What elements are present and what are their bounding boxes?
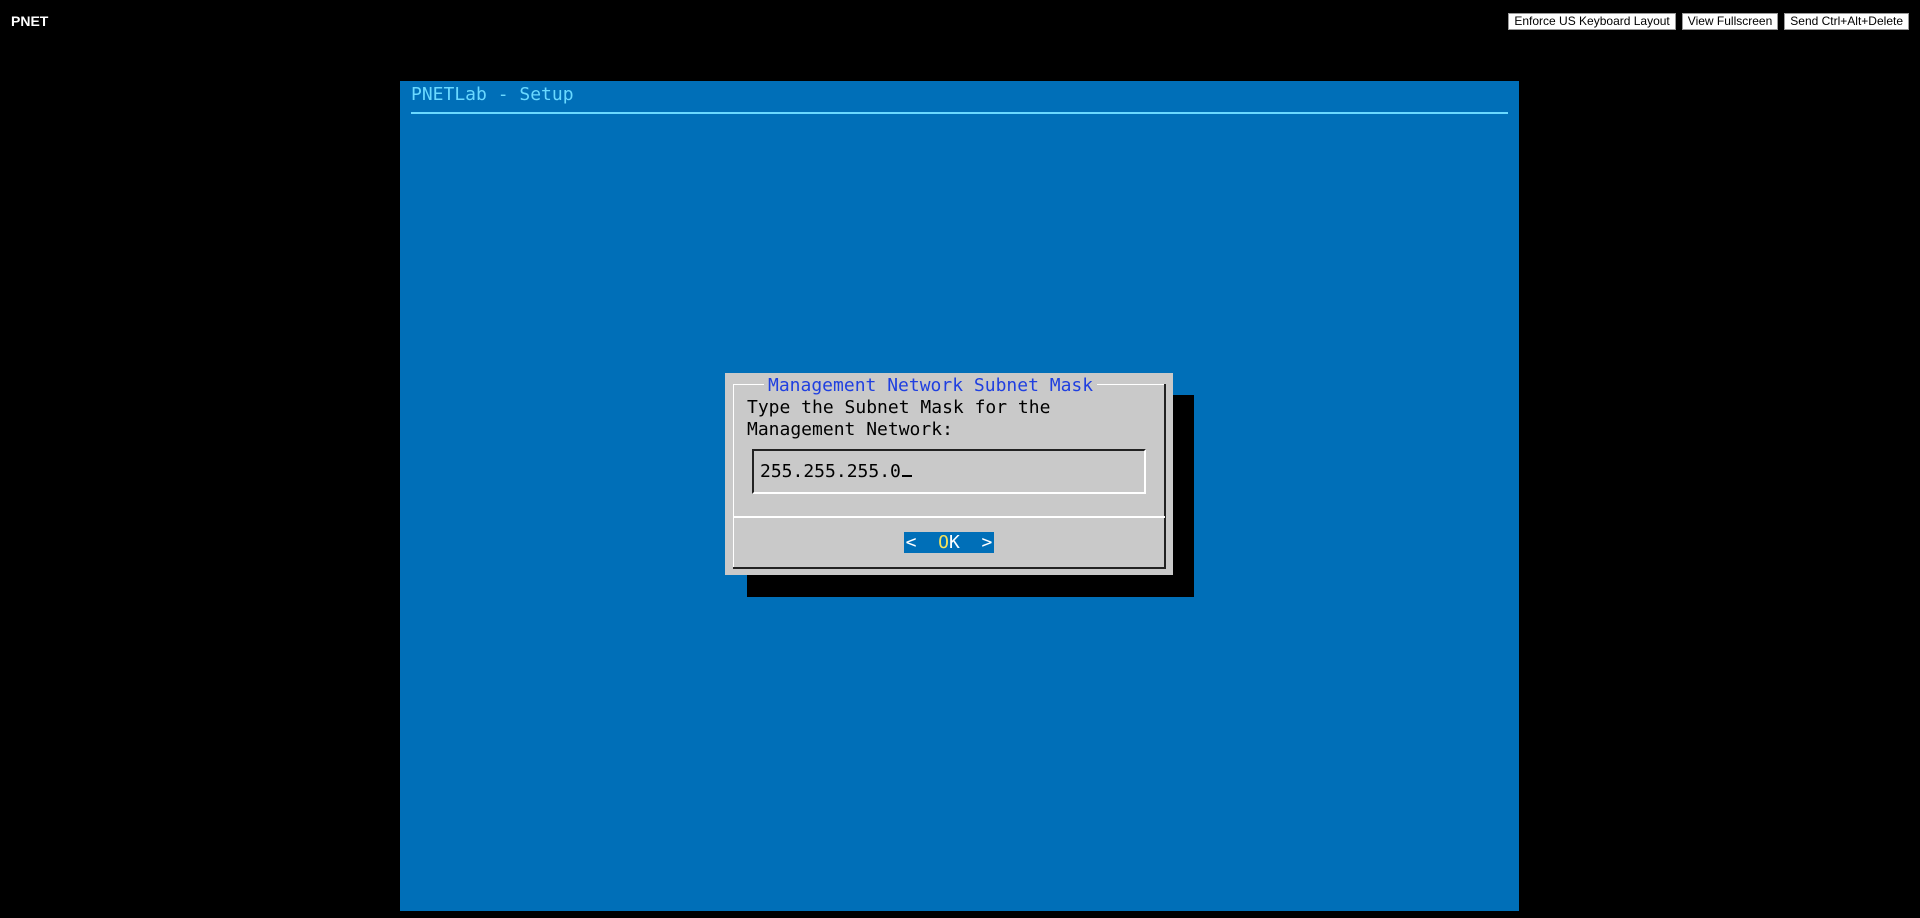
dialog-prompt-line2: Management Network: xyxy=(747,419,953,440)
ok-button-label-rest: K xyxy=(949,532,960,553)
text-cursor xyxy=(901,475,912,477)
dialog-separator xyxy=(733,516,1165,518)
send-ctrl-alt-delete-button[interactable]: Send Ctrl+Alt+Delete xyxy=(1784,13,1909,30)
subnet-mask-input-value[interactable]: 255.255.255.0 xyxy=(760,461,912,483)
dialog-border-right xyxy=(1164,384,1166,568)
console-title: PNETLab - Setup xyxy=(411,84,574,105)
top-bar: PNET Enforce US Keyboard Layout View Ful… xyxy=(0,0,1920,44)
subnet-mask-input[interactable]: 255.255.255.0 xyxy=(752,449,1146,494)
dialog-prompt: Type the Subnet Mask for the Management N… xyxy=(747,397,1050,441)
subnet-mask-value-text: 255.255.255.0 xyxy=(760,461,901,482)
title-divider xyxy=(411,112,1508,114)
ok-button[interactable]: < OK > xyxy=(904,532,994,553)
console-screen[interactable]: PNETLab - Setup Management Network Subne… xyxy=(400,81,1519,911)
subnet-mask-dialog: Management Network Subnet Mask Type the … xyxy=(725,373,1173,575)
view-fullscreen-button[interactable]: View Fullscreen xyxy=(1681,13,1779,30)
brand-label: PNET xyxy=(11,13,49,29)
enforce-us-keyboard-layout-button[interactable]: Enforce US Keyboard Layout xyxy=(1508,13,1676,30)
ok-button-hotkey: O xyxy=(938,532,949,553)
dialog-border-left xyxy=(733,384,734,568)
dialog-border-bottom xyxy=(733,567,1166,569)
ok-button-right-bracket: > xyxy=(959,532,993,553)
dialog-title: Management Network Subnet Mask xyxy=(764,375,1098,397)
ok-button-left-bracket: < xyxy=(905,532,939,553)
top-button-group: Enforce US Keyboard Layout View Fullscre… xyxy=(1508,13,1909,30)
dialog-prompt-line1: Type the Subnet Mask for the xyxy=(747,397,1051,418)
